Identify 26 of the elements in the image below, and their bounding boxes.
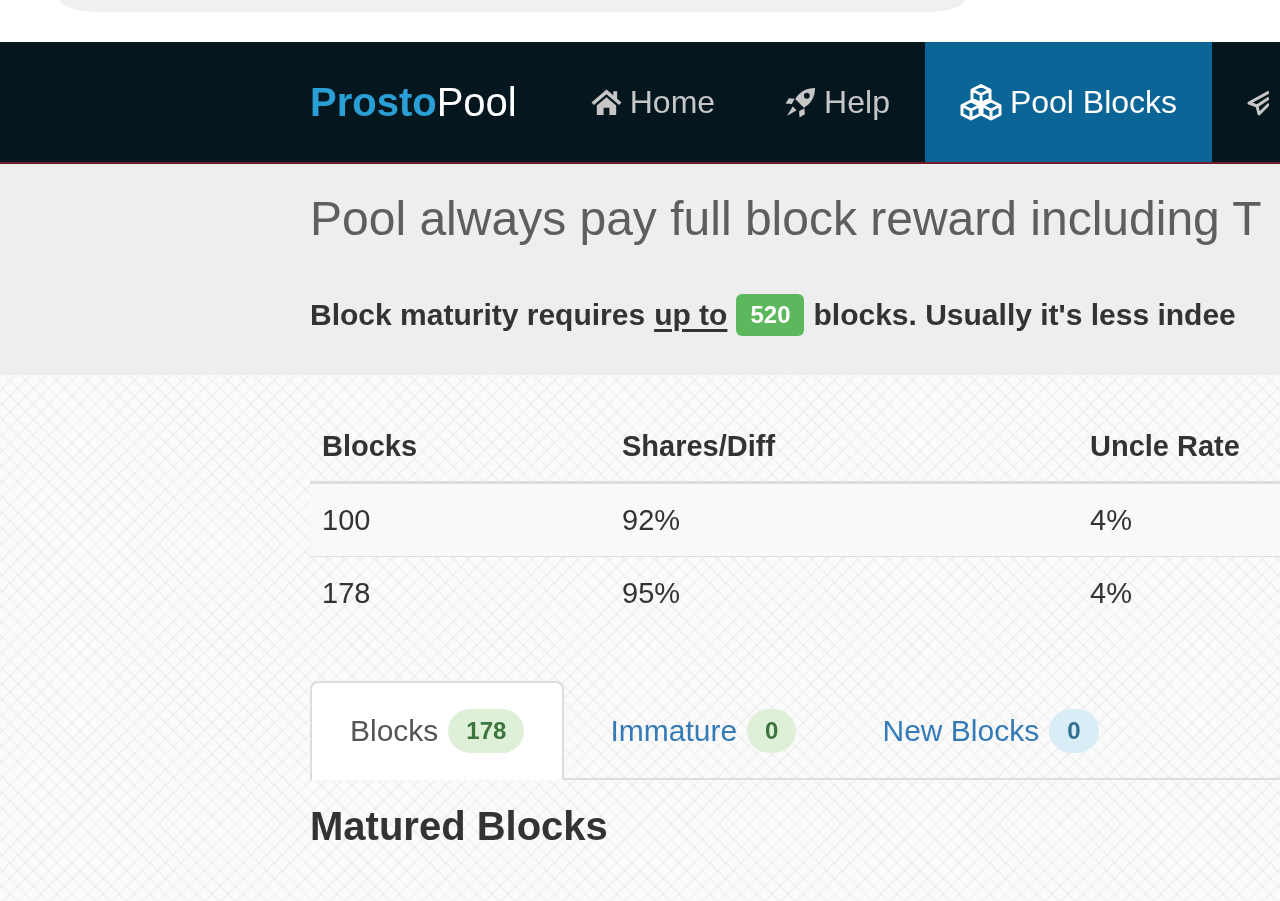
table-cell: 92% bbox=[610, 482, 1078, 557]
table-cell: 4% bbox=[1078, 556, 1280, 629]
nav-link[interactable]: Help bbox=[750, 42, 925, 162]
brand-link[interactable]: ProstoPool bbox=[310, 42, 517, 162]
page-heading: Pool always pay full block reward including T bbox=[310, 191, 1263, 247]
underlined-term: up to bbox=[654, 297, 728, 333]
count-badge: 520 bbox=[736, 294, 805, 336]
table-cell: 4% bbox=[1078, 482, 1280, 557]
table-cell: 178 bbox=[310, 556, 610, 629]
nav-link[interactable]: Home bbox=[555, 42, 751, 162]
paper-plane-icon bbox=[1247, 88, 1270, 116]
nav-link[interactable]: Pool Blocks bbox=[924, 42, 1213, 162]
tab[interactable]: Immature 0 bbox=[570, 681, 837, 780]
table-cell: 95% bbox=[610, 556, 1078, 629]
tab[interactable]: Blocks 178 bbox=[310, 681, 565, 780]
rocket-icon bbox=[785, 86, 817, 118]
count-badge: 0 bbox=[747, 708, 797, 753]
count-badge: 178 bbox=[448, 708, 525, 753]
notice-text: Block maturity requires bbox=[310, 297, 646, 333]
tab[interactable]: New Blocks 0 bbox=[842, 681, 1139, 780]
count-badge: 0 bbox=[1049, 708, 1099, 753]
table-cell: 100 bbox=[310, 482, 610, 557]
notice-text: blocks. Usually it's less indee bbox=[813, 297, 1236, 333]
home-icon bbox=[590, 88, 622, 116]
cubes-icon bbox=[959, 83, 1002, 121]
section-heading: Matured Blocks bbox=[310, 803, 609, 850]
